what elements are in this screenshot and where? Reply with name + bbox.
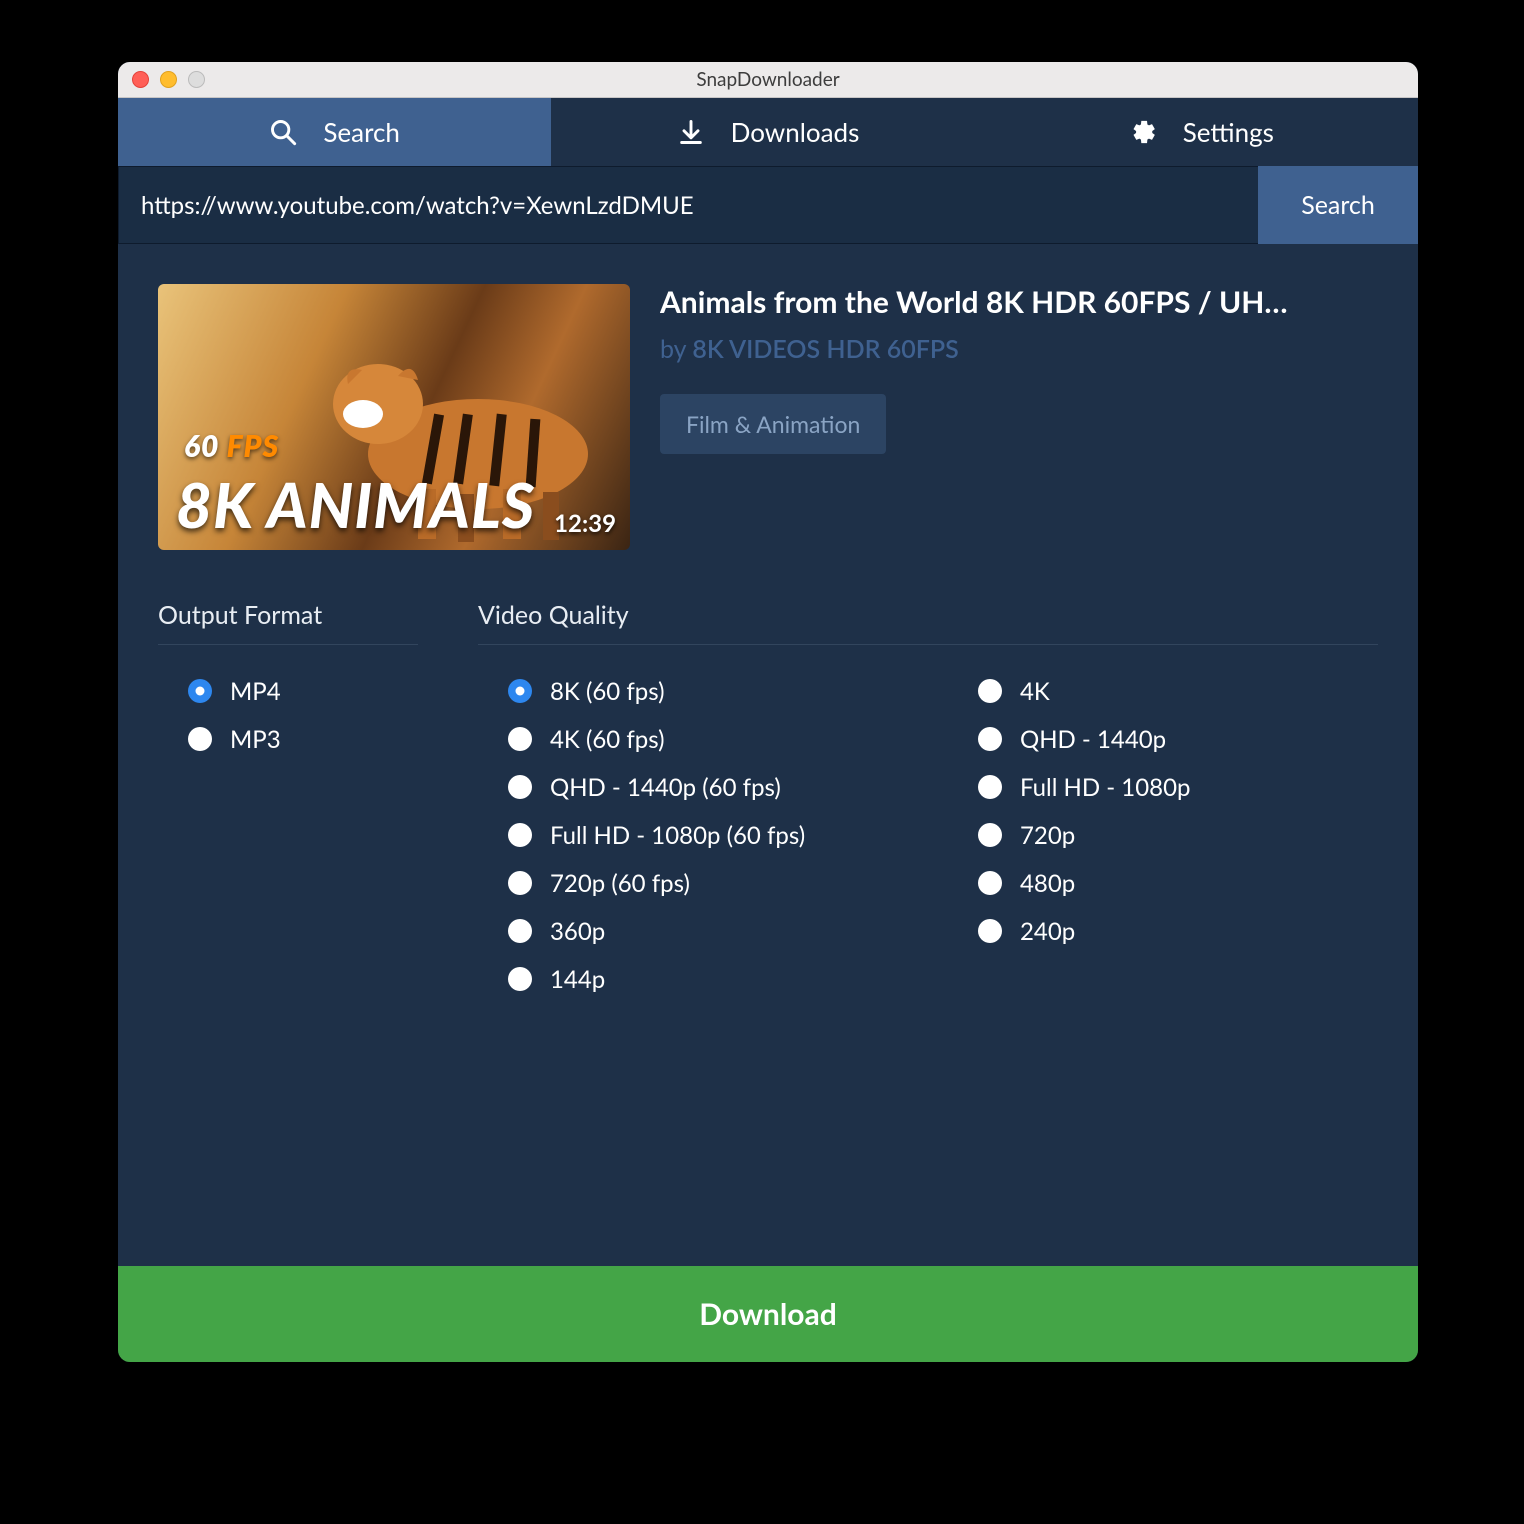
video-quality-group: 8K (60 fps) 4K (60 fps) QHD - 1440p (60 fp… xyxy=(478,667,1378,1003)
thumb-overlay-fps: 60 FPS xyxy=(184,428,279,464)
quality-option[interactable]: 144p xyxy=(478,955,908,1003)
window-title: SnapDownloader xyxy=(118,68,1418,91)
download-icon xyxy=(677,118,705,146)
radio-dot xyxy=(508,679,532,703)
video-header: 60 FPS 8K ANIMALS 12:39 Animals from the… xyxy=(158,284,1378,550)
options-area: Output Format MP4 MP3 Video Quality 8K (6… xyxy=(158,600,1378,1003)
window-zoom-button[interactable] xyxy=(188,71,205,88)
quality-option[interactable]: 4K xyxy=(948,667,1378,715)
tab-downloads[interactable]: Downloads xyxy=(551,98,984,166)
quality-label: 4K (60 fps) xyxy=(550,725,665,754)
window-close-button[interactable] xyxy=(132,71,149,88)
titlebar: SnapDownloader xyxy=(118,62,1418,98)
radio-dot xyxy=(508,775,532,799)
quality-option[interactable]: 8K (60 fps) xyxy=(478,667,908,715)
quality-label: Full HD - 1080p xyxy=(1020,773,1190,802)
radio-dot xyxy=(978,727,1002,751)
radio-dot xyxy=(978,823,1002,847)
video-title: Animals from the World 8K HDR 60FPS / UH… xyxy=(660,284,1378,320)
quality-option[interactable]: 240p xyxy=(948,907,1378,955)
tab-search-label: Search xyxy=(323,116,400,148)
quality-option[interactable]: QHD - 1440p xyxy=(948,715,1378,763)
output-format-heading: Output Format xyxy=(158,600,418,645)
tab-search[interactable]: Search xyxy=(118,98,551,166)
window-minimize-button[interactable] xyxy=(160,71,177,88)
quality-label: 240p xyxy=(1020,917,1075,946)
video-thumbnail[interactable]: 60 FPS 8K ANIMALS 12:39 xyxy=(158,284,630,550)
quality-label: Full HD - 1080p (60 fps) xyxy=(550,821,805,850)
download-button[interactable]: Download xyxy=(118,1266,1418,1362)
video-quality-heading: Video Quality xyxy=(478,600,1378,645)
quality-label: 480p xyxy=(1020,869,1075,898)
radio-dot xyxy=(978,679,1002,703)
category-tag[interactable]: Film & Animation xyxy=(660,394,886,454)
quality-option[interactable]: 360p xyxy=(478,907,908,955)
gear-icon xyxy=(1129,118,1157,146)
radio-dot xyxy=(978,871,1002,895)
quality-label: QHD - 1440p xyxy=(1020,725,1166,754)
quality-option[interactable]: Full HD - 1080p (60 fps) xyxy=(478,811,908,859)
search-icon xyxy=(269,118,297,146)
quality-option[interactable]: 480p xyxy=(948,859,1378,907)
thumb-overlay-title: 8K ANIMALS xyxy=(176,474,535,536)
format-option[interactable]: MP3 xyxy=(158,715,418,763)
quality-option[interactable]: 720p xyxy=(948,811,1378,859)
quality-label: 720p xyxy=(1020,821,1075,850)
video-byline: by 8K VIDEOS HDR 60FPS xyxy=(660,334,1378,364)
app-window: SnapDownloader Search Downloads Settings xyxy=(118,62,1418,1362)
radio-dot xyxy=(978,919,1002,943)
tab-settings[interactable]: Settings xyxy=(985,98,1418,166)
quality-label: 4K xyxy=(1020,677,1050,706)
main-tabs: Search Downloads Settings xyxy=(118,98,1418,166)
radio-dot xyxy=(508,823,532,847)
quality-label: 8K (60 fps) xyxy=(550,677,665,706)
radio-dot xyxy=(508,967,532,991)
tab-settings-label: Settings xyxy=(1183,116,1274,148)
search-bar: Search xyxy=(118,166,1418,244)
search-button[interactable]: Search xyxy=(1258,166,1418,244)
radio-dot xyxy=(188,727,212,751)
quality-label: 360p xyxy=(550,917,605,946)
quality-option[interactable]: 4K (60 fps) xyxy=(478,715,908,763)
url-input[interactable] xyxy=(118,166,1258,244)
radio-dot xyxy=(508,871,532,895)
format-label: MP3 xyxy=(230,725,281,754)
radio-dot xyxy=(978,775,1002,799)
quality-option[interactable]: 720p (60 fps) xyxy=(478,859,908,907)
quality-label: QHD - 1440p (60 fps) xyxy=(550,773,781,802)
format-option[interactable]: MP4 xyxy=(158,667,418,715)
radio-dot xyxy=(188,679,212,703)
channel-link[interactable]: 8K VIDEOS HDR 60FPS xyxy=(692,334,958,364)
quality-option[interactable]: Full HD - 1080p xyxy=(948,763,1378,811)
quality-label: 144p xyxy=(550,965,605,994)
content-area: 60 FPS 8K ANIMALS 12:39 Animals from the… xyxy=(118,244,1418,1013)
tab-downloads-label: Downloads xyxy=(731,116,860,148)
video-duration: 12:39 xyxy=(554,509,616,538)
quality-label: 720p (60 fps) xyxy=(550,869,690,898)
format-label: MP4 xyxy=(230,677,281,706)
output-format-group: MP4 MP3 xyxy=(158,667,418,763)
radio-dot xyxy=(508,727,532,751)
radio-dot xyxy=(508,919,532,943)
quality-option[interactable]: QHD - 1440p (60 fps) xyxy=(478,763,908,811)
